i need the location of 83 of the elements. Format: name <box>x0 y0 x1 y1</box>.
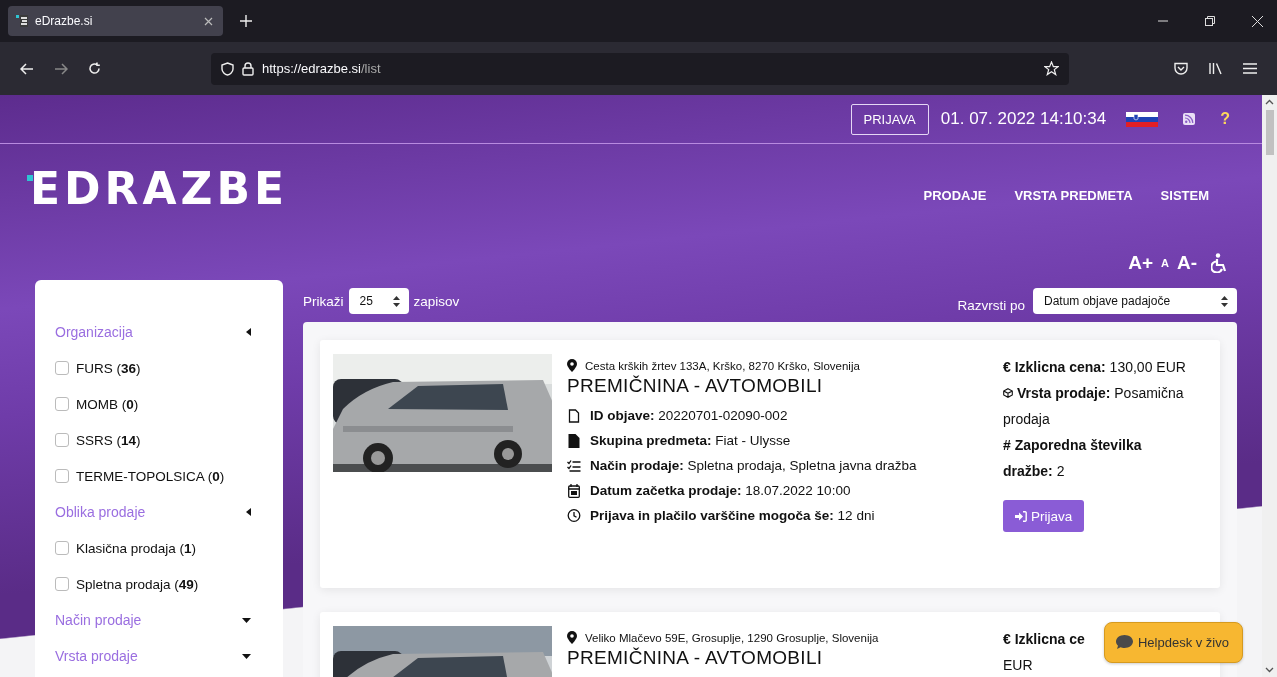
listing-title[interactable]: PREMIČNINA - AVTOMOBILI <box>567 375 987 397</box>
listing-detail: Način prodaje: Spletna prodaja, Spletna javna dražba <box>590 458 917 473</box>
filter-group-header[interactable]: Način prodaje <box>55 602 263 638</box>
filter-option[interactable]: MOMB (0) <box>76 396 139 412</box>
address-text: Cesta krških žrtev 133A, Krško, 8270 Krško, Slovenija <box>585 359 860 372</box>
location-pin-icon <box>567 359 577 372</box>
nav-link[interactable]: SISTEM <box>1160 187 1209 203</box>
rss-icon[interactable] <box>1183 113 1196 125</box>
close-icon[interactable] <box>1252 15 1263 27</box>
restore-icon[interactable] <box>1205 16 1215 26</box>
checklist-icon <box>567 459 581 472</box>
checkbox[interactable] <box>55 469 69 483</box>
stepper-icon <box>392 295 400 307</box>
listing-fact: # Zaporedna številka dražbe: 2 <box>1003 437 1142 479</box>
filter-option[interactable]: SSRS (14) <box>76 432 141 448</box>
scroll-up-icon[interactable] <box>1265 99 1274 105</box>
checkbox[interactable] <box>55 541 69 555</box>
address-bar[interactable]: https://edrazbe.si/list <box>211 52 1069 85</box>
calendar-icon <box>567 483 581 498</box>
library-icon[interactable] <box>1208 62 1223 75</box>
accessibility-icon[interactable] <box>1211 253 1227 273</box>
sort-select[interactable]: Datum objave padajoče <box>1033 288 1237 314</box>
scrollbar-thumb[interactable] <box>1265 110 1274 155</box>
checkbox[interactable] <box>55 577 69 591</box>
filter-option[interactable]: FURS (36) <box>76 360 141 376</box>
file-icon <box>567 408 581 423</box>
flag-icon[interactable] <box>1126 111 1159 127</box>
date-time: 01. 07. 2022 14:10:34 <box>940 109 1107 129</box>
scrollbar-track[interactable] <box>1262 95 1277 677</box>
font-size-button[interactable]: A+ <box>1128 252 1153 274</box>
stepper-icon <box>1221 295 1228 307</box>
checkbox[interactable] <box>55 433 69 447</box>
show-label: Prikaži <box>303 293 344 309</box>
filter-group-header[interactable]: Organizacija <box>55 314 263 350</box>
location-pin-icon <box>567 631 577 644</box>
menu-icon[interactable] <box>1243 63 1257 74</box>
listing-detail: Datum začetka prodaje: 18.07.2022 10:00 <box>590 483 851 498</box>
checkbox[interactable] <box>55 361 69 375</box>
chat-bubble-icon <box>1115 635 1133 650</box>
checkbox[interactable] <box>55 397 69 411</box>
nav-link[interactable]: VRSTA PREDMETA <box>1014 187 1133 203</box>
filter-option[interactable]: Klasična prodaja (1) <box>76 540 197 556</box>
filter-option[interactable]: TERME-TOPOLSICA (0) <box>76 468 225 484</box>
lock-icon <box>242 61 254 76</box>
back-icon[interactable] <box>20 62 34 75</box>
listing-fact: € Izklicna ce <box>1003 631 1085 647</box>
listing-fact: Vrsta prodaje: Posamična prodaja <box>1003 385 1184 427</box>
forward-icon[interactable] <box>54 62 68 75</box>
listing-title[interactable]: PREMIČNINA - AVTOMOBILI <box>567 647 987 669</box>
filter-group-header[interactable]: Vrsta prodaje <box>55 638 263 674</box>
sort-label: Razvrsti po <box>957 297 1025 313</box>
scroll-down-icon[interactable] <box>1265 667 1274 673</box>
browser-tab[interactable]: eDrazbe.si <box>8 6 223 36</box>
listing-detail: Skupina predmeta: Fiat - Ulysse <box>590 433 791 448</box>
font-size-button[interactable]: A <box>1161 257 1169 269</box>
filter-option[interactable]: Spletna prodaja (49) <box>76 576 199 592</box>
login-button[interactable]: PRIJAVA <box>850 103 929 135</box>
clock-icon <box>567 509 581 522</box>
listing-detail: Prijava in plačilo varščine mogoča še: 12 dni <box>590 508 875 523</box>
listing-detail: ID objave: 20220701-02090-002 <box>590 408 788 423</box>
logo[interactable]: EDRAZBE <box>30 162 288 214</box>
pocket-icon[interactable] <box>1174 62 1188 75</box>
address-text: Veliko Mlačevo 59E, Grosuplje, 1290 Grosuplje, Slovenija <box>585 631 879 644</box>
star-icon[interactable] <box>1044 61 1059 76</box>
login-button[interactable]: Prijava <box>1003 500 1085 532</box>
listing-fact: EUR <box>1003 657 1033 673</box>
reload-icon[interactable] <box>88 62 101 75</box>
sign-in-icon <box>1015 510 1027 522</box>
site-icon <box>16 15 28 27</box>
shield-icon <box>221 61 234 76</box>
help-link[interactable]: ? <box>1220 110 1230 128</box>
listing-fact: € Izklicna cena: 130,00 EUR <box>1003 359 1186 375</box>
filter-group-header[interactable]: Oblika prodaje <box>55 494 263 530</box>
font-size-button[interactable]: A- <box>1176 252 1197 274</box>
cube-icon <box>1003 388 1013 398</box>
new-tab-icon[interactable] <box>240 15 252 27</box>
records-label: zapisov <box>413 293 460 309</box>
document-icon <box>567 433 581 448</box>
helpdesk-button[interactable]: Helpdesk v živo <box>1103 622 1243 663</box>
page-size-select[interactable]: 25 <box>348 288 409 314</box>
close-tab-icon[interactable] <box>204 16 213 26</box>
nav-link[interactable]: PRODAJE <box>923 187 987 203</box>
url-text: https://edrazbe.si/list <box>262 61 381 76</box>
